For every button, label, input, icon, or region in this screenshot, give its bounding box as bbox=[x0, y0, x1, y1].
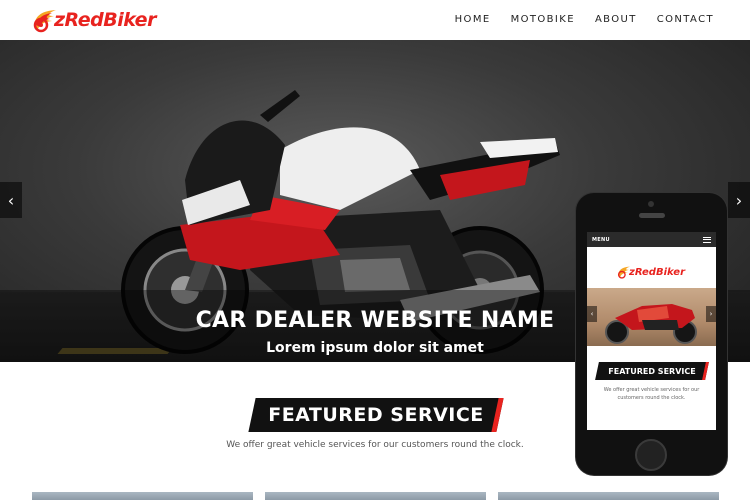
phone-speaker bbox=[639, 213, 665, 218]
mobile-slider-next[interactable]: › bbox=[706, 306, 716, 322]
featured-service-title: FEATURED SERVICE bbox=[268, 404, 484, 426]
nav-contact[interactable]: CONTACT bbox=[657, 14, 714, 25]
mobile-menu-label: MENU bbox=[592, 236, 610, 243]
main-nav: HOME MOTOBIKE ABOUT CONTACT bbox=[455, 14, 714, 25]
featured-service-banner: FEATURED SERVICE bbox=[248, 398, 504, 432]
hamburger-icon[interactable] bbox=[703, 236, 711, 243]
mobile-menu-bar[interactable]: MENU bbox=[587, 232, 716, 247]
brand-name: zRedBiker bbox=[54, 9, 156, 31]
service-thumbnail[interactable] bbox=[32, 492, 253, 500]
flame-wheel-icon bbox=[32, 7, 58, 33]
mobile-logo[interactable]: zRedBiker bbox=[617, 265, 685, 279]
chevron-right-icon: › bbox=[709, 310, 713, 318]
mobile-featured-description: We offer great vehicle services for our … bbox=[603, 387, 700, 401]
site-header: zRedBiker HOME MOTOBIKE ABOUT CONTACT bbox=[0, 0, 750, 40]
slider-prev-button[interactable]: ‹ bbox=[0, 182, 22, 218]
chevron-left-icon: ‹ bbox=[590, 310, 594, 318]
nav-about[interactable]: ABOUT bbox=[595, 14, 637, 25]
nav-home[interactable]: HOME bbox=[455, 14, 491, 25]
site-logo[interactable]: zRedBiker bbox=[32, 6, 156, 34]
service-thumbnails bbox=[32, 492, 719, 500]
chevron-right-icon: › bbox=[735, 190, 743, 210]
phone-home-button bbox=[635, 439, 667, 471]
mobile-featured-title: FEATURED SERVICE bbox=[608, 366, 696, 376]
nav-motobike[interactable]: MOTOBIKE bbox=[511, 14, 575, 25]
phone-screen: MENU zRedBiker ‹ › FEATURED SERVICE We o… bbox=[587, 232, 716, 430]
slider-next-button[interactable]: › bbox=[728, 182, 750, 218]
mobile-hero-slider: ‹ › bbox=[587, 288, 716, 346]
mobile-slider-prev[interactable]: ‹ bbox=[587, 306, 597, 322]
mobile-motorcycle-image bbox=[605, 304, 697, 344]
service-thumbnail[interactable] bbox=[265, 492, 486, 500]
phone-mockup: MENU zRedBiker ‹ › FEATURED SERVICE We o… bbox=[576, 193, 727, 475]
service-thumbnail[interactable] bbox=[498, 492, 719, 500]
mobile-featured-banner: FEATURED SERVICE bbox=[595, 362, 709, 380]
phone-camera bbox=[648, 201, 654, 207]
mobile-brand-name: zRedBiker bbox=[629, 266, 686, 278]
chevron-left-icon: ‹ bbox=[7, 190, 15, 210]
